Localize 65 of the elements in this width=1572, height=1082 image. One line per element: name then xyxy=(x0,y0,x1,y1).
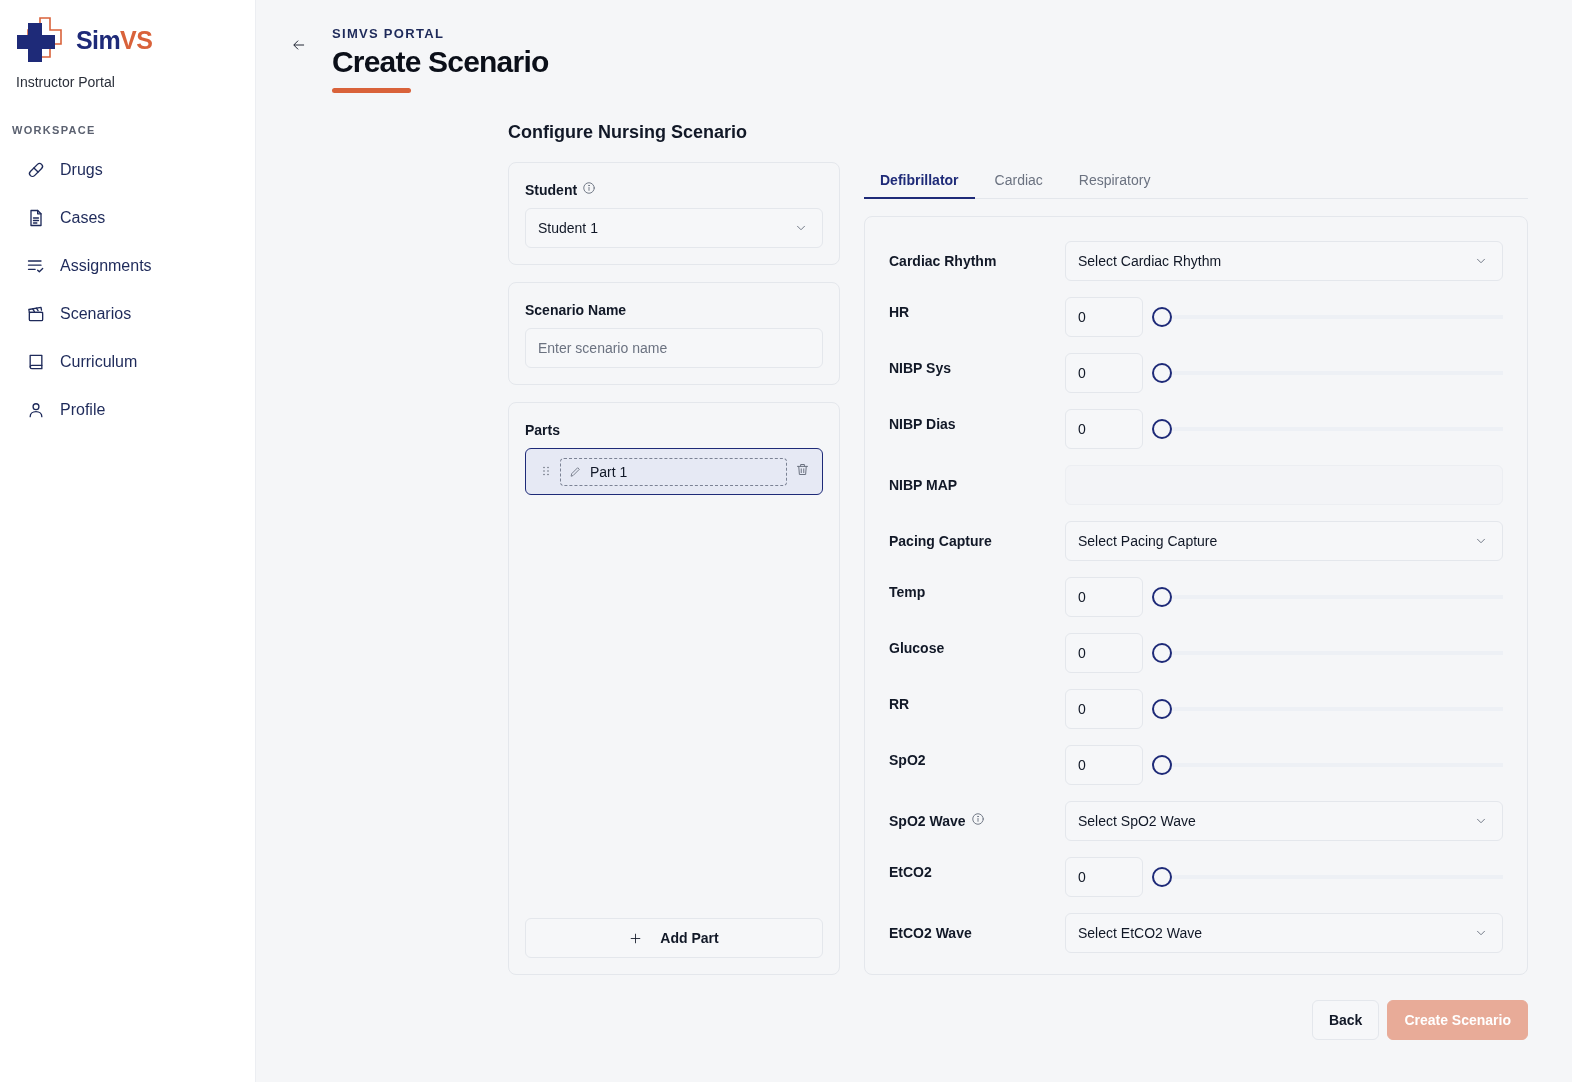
add-part-button[interactable]: Add Part xyxy=(525,918,823,958)
nav-item[interactable]: Cases xyxy=(14,198,241,238)
brand-name: SimVS xyxy=(76,25,153,55)
nav-item[interactable]: Assignments xyxy=(14,246,241,286)
pill-icon xyxy=(26,160,46,180)
number-input[interactable]: 0 xyxy=(1065,633,1143,673)
field-label: Student xyxy=(525,181,578,200)
field-label: Scenario Name xyxy=(525,301,627,320)
field-label: SpO2 xyxy=(889,751,926,770)
field-label: Temp xyxy=(889,583,926,602)
select-field[interactable]: Select SpO2 Wave xyxy=(1065,801,1503,841)
tab[interactable]: Respiratory xyxy=(1062,162,1167,199)
field-label: Glucose xyxy=(889,639,945,658)
back-arrow-icon[interactable] xyxy=(292,38,306,52)
number-input[interactable]: 0 xyxy=(1065,297,1143,337)
nav-item[interactable]: Drugs xyxy=(14,150,241,190)
slider-thumb[interactable] xyxy=(1152,755,1172,775)
select-field[interactable]: Select Pacing Capture xyxy=(1065,521,1503,561)
slider-thumb[interactable] xyxy=(1152,867,1172,887)
number-input[interactable]: 0 xyxy=(1065,857,1143,897)
slider-thumb[interactable] xyxy=(1152,699,1172,719)
select-field[interactable]: Select EtCO2 Wave xyxy=(1065,913,1503,953)
number-input[interactable]: 0 xyxy=(1065,577,1143,617)
field-label: Cardiac Rhythm xyxy=(889,252,997,271)
page-title: Create Scenario xyxy=(332,44,549,80)
number-input[interactable]: 0 xyxy=(1065,689,1143,729)
plus-icon xyxy=(629,931,643,945)
drag-handle-icon[interactable] xyxy=(540,464,552,477)
nav-item[interactable]: Scenarios xyxy=(14,294,241,334)
number-input[interactable]: 0 xyxy=(1065,409,1143,449)
slider-thumb[interactable] xyxy=(1152,643,1172,663)
part-item[interactable]: Part 1 xyxy=(525,448,823,495)
field-label: NIBP Sys xyxy=(889,359,951,378)
text-input[interactable]: Enter scenario name xyxy=(525,328,823,368)
select-field[interactable]: Student 1 xyxy=(525,208,823,248)
part-name-field[interactable]: Part 1 xyxy=(560,457,787,486)
field-label: EtCO2 Wave xyxy=(889,924,972,943)
section-heading: Configure Nursing Scenario xyxy=(508,121,748,143)
slider-thumb[interactable] xyxy=(1152,587,1172,607)
field-label: SpO2 Wave xyxy=(889,812,966,831)
eyebrow-label: SIMVS PORTAL xyxy=(332,26,446,42)
slider-thumb[interactable] xyxy=(1152,363,1172,383)
select-field[interactable]: Select Cardiac Rhythm xyxy=(1065,241,1503,281)
field-label: Parts xyxy=(525,421,561,440)
nav-item[interactable]: Profile xyxy=(14,390,241,430)
slider-thumb[interactable] xyxy=(1152,307,1172,327)
field-label: HR xyxy=(889,303,910,322)
section-title: WORKSPACE xyxy=(12,123,96,137)
field-label: RR xyxy=(889,695,910,714)
field-label: NIBP Dias xyxy=(889,415,956,434)
number-input[interactable]: 0 xyxy=(1065,353,1143,393)
portal-subtitle: Instructor Portal xyxy=(16,73,115,91)
slider-thumb[interactable] xyxy=(1152,419,1172,439)
field-label: EtCO2 xyxy=(889,863,932,882)
field-label: Pacing Capture xyxy=(889,532,992,551)
trash-icon[interactable] xyxy=(795,462,810,477)
number-input[interactable]: 0 xyxy=(1065,745,1143,785)
tab[interactable]: Defibrillator xyxy=(864,162,975,199)
tab[interactable]: Cardiac xyxy=(978,162,1059,199)
back-button[interactable]: Back xyxy=(1311,1000,1380,1040)
pencil-icon xyxy=(569,465,582,478)
clapperboard-icon xyxy=(26,304,46,324)
logo-icon xyxy=(16,17,62,63)
field-label: NIBP MAP xyxy=(889,476,958,495)
nav-item[interactable]: Curriculum xyxy=(14,342,241,382)
